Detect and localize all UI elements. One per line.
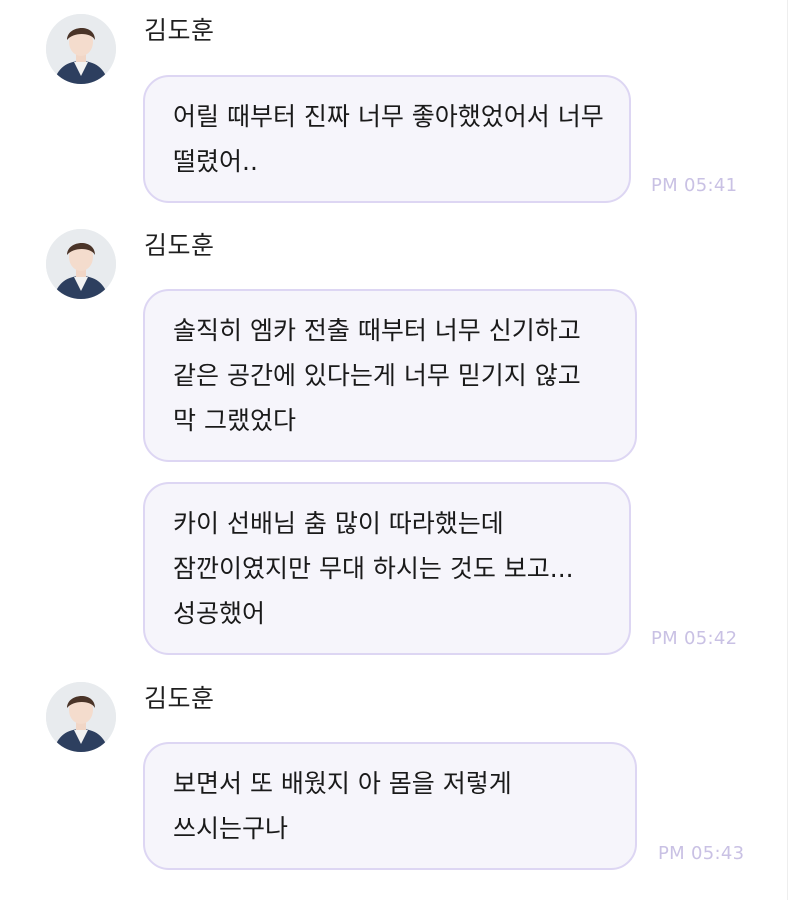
sender-name: 김도훈 [144, 684, 215, 713]
message-timestamp: PM 05:43 [658, 843, 745, 864]
message-text: 어릴 때부터 진짜 너무 좋아했었어서 너무 떨렸어.. [173, 102, 604, 176]
avatar-photo-icon [46, 229, 116, 299]
sender-name: 김도훈 [144, 231, 215, 260]
message-bubble[interactable]: 어릴 때부터 진짜 너무 좋아했었어서 너무 떨렸어.. [143, 75, 631, 203]
sender-avatar[interactable] [46, 229, 116, 299]
message-text: 보면서 또 배웠지 아 몸을 저렇게 쓰시는구나 [173, 769, 512, 843]
sender-avatar[interactable] [46, 682, 116, 752]
message-bubble[interactable]: 카이 선배님 춤 많이 따라했는데 잠깐이였지만 무대 하시는 것도 보고...… [143, 482, 631, 655]
message-timestamp: PM 05:41 [651, 175, 738, 196]
message-bubble[interactable]: 솔직히 엠카 전출 때부터 너무 신기하고 같은 공간에 있다는게 너무 믿기지… [143, 289, 637, 462]
sender-name: 김도훈 [144, 16, 215, 45]
avatar-photo-icon [46, 14, 116, 84]
avatar-photo-icon [46, 682, 116, 752]
right-edge-divider [787, 0, 788, 900]
message-text: 솔직히 엠카 전출 때부터 너무 신기하고 같은 공간에 있다는게 너무 믿기지… [173, 316, 581, 435]
message-text: 카이 선배님 춤 많이 따라했는데 잠깐이였지만 무대 하시는 것도 보고...… [173, 509, 574, 628]
sender-avatar[interactable] [46, 14, 116, 84]
message-bubble[interactable]: 보면서 또 배웠지 아 몸을 저렇게 쓰시는구나 [143, 742, 637, 870]
message-timestamp: PM 05:42 [651, 628, 738, 649]
